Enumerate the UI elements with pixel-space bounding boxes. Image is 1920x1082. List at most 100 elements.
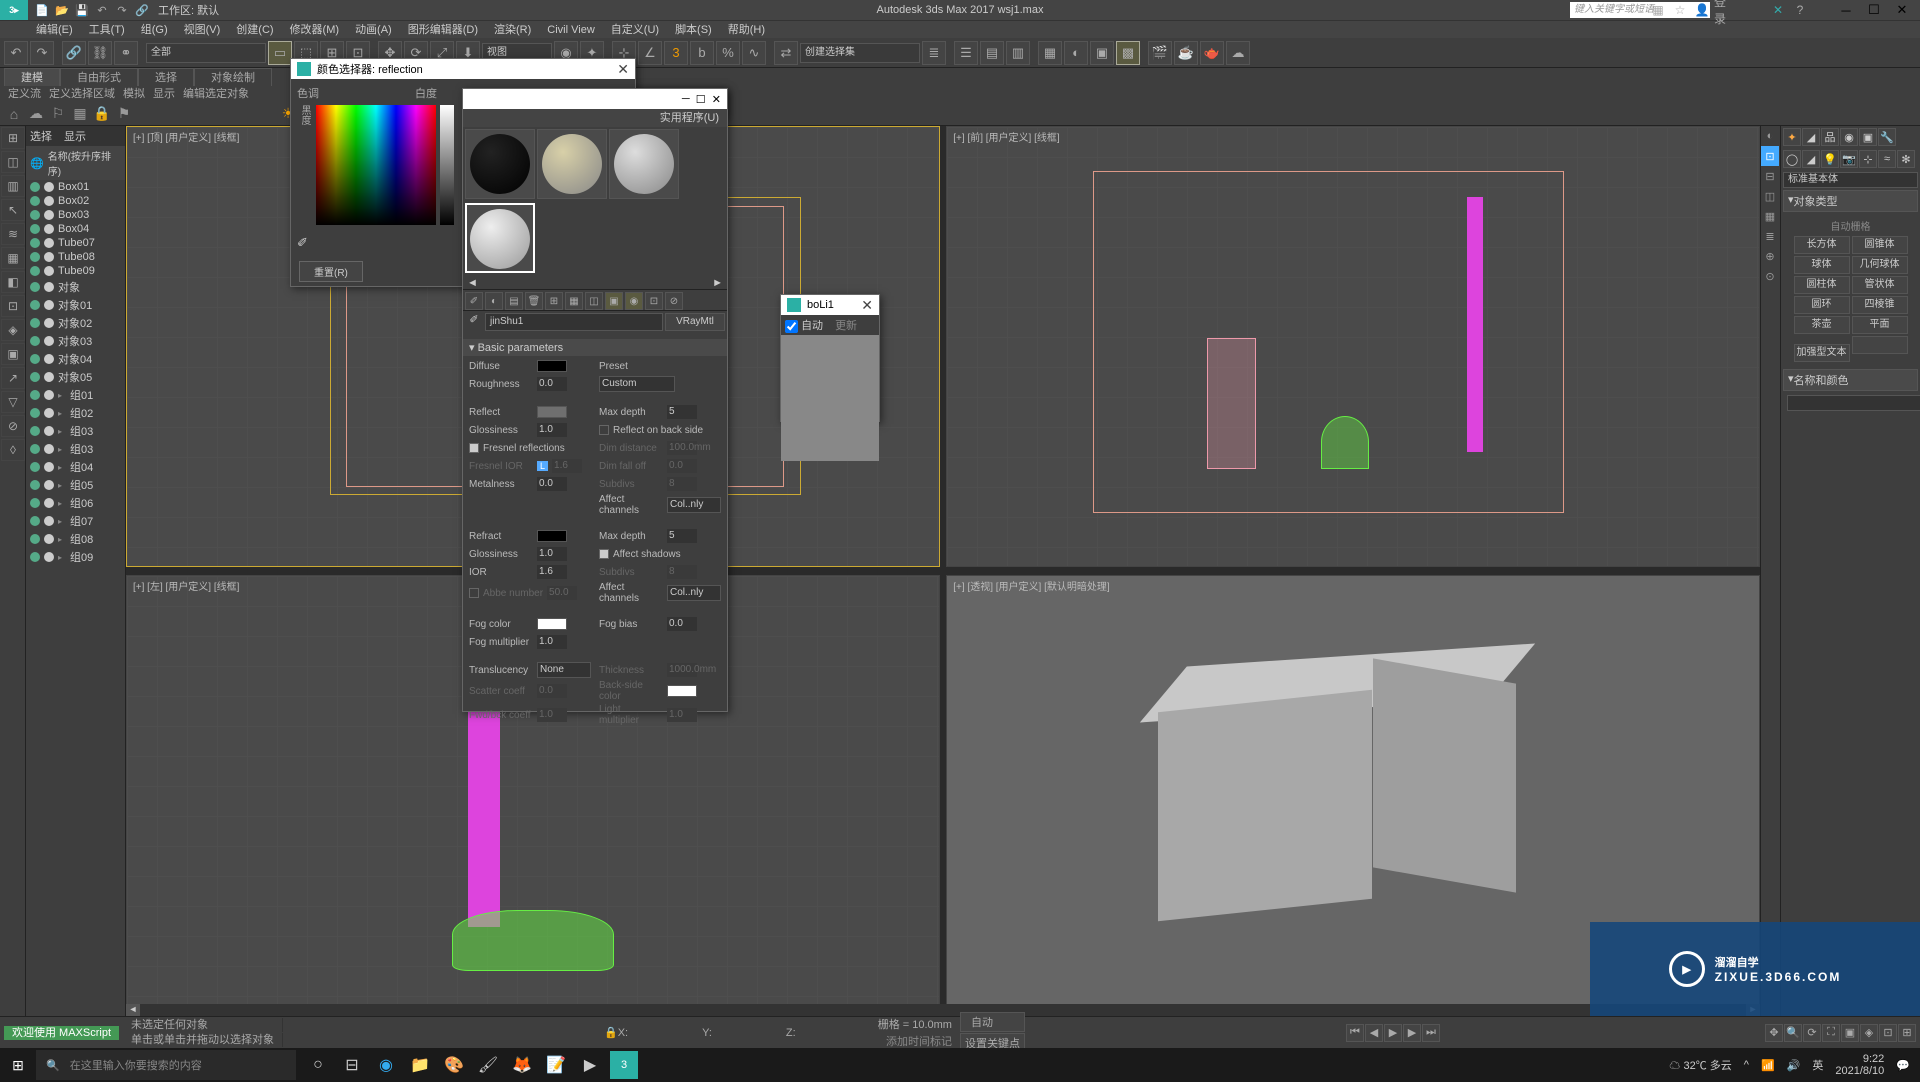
scene-item[interactable]: 对象01	[26, 296, 125, 314]
nav-orbit[interactable]: ⟳	[1803, 1024, 1821, 1042]
rt-8[interactable]: ⊙	[1761, 266, 1779, 286]
material-type[interactable]: VRayMtl	[665, 313, 725, 331]
maxdepth-spinner[interactable]: 5	[667, 405, 697, 419]
scene-item[interactable]: ▸组06	[26, 494, 125, 512]
grid-icon[interactable]: ▦	[70, 104, 90, 124]
primitive-button[interactable]: 圆柱体	[1794, 276, 1850, 294]
cmd-category-dropdown[interactable]: 标准基本体	[1783, 172, 1918, 188]
percent-snap[interactable]: 3	[664, 41, 688, 65]
tray-ime-icon[interactable]: 英	[1812, 1057, 1823, 1073]
save-icon[interactable]: 💾	[74, 2, 90, 18]
reset-button[interactable]: 重置(R)	[299, 261, 363, 282]
star-icon[interactable]: ☆	[1670, 2, 1690, 18]
subtab-4[interactable]: 编辑选定对象	[183, 86, 249, 102]
link-button[interactable]: 🔗	[62, 41, 86, 65]
scene-item[interactable]: Box03	[26, 208, 125, 222]
raffectch-dropdown[interactable]: Col..nly	[667, 585, 721, 601]
basic-params-header[interactable]: ▾ Basic parameters	[463, 339, 727, 356]
cmd-sub-space[interactable]: ≈	[1878, 150, 1896, 168]
menu-customize[interactable]: 自定义(U)	[603, 21, 667, 38]
cmd-tab-display[interactable]: ▣	[1859, 128, 1877, 146]
scene-item[interactable]: Tube09	[26, 264, 125, 278]
scene-item[interactable]: ▸组08	[26, 530, 125, 548]
tool-6[interactable]: ▦	[1, 247, 25, 269]
mat-tb-2[interactable]: ◐	[485, 292, 503, 310]
scene-item[interactable]: 对象02	[26, 314, 125, 332]
tool-13[interactable]: ⊘	[1, 415, 25, 437]
scene-item[interactable]: ▸组03	[26, 440, 125, 458]
primitive-button[interactable]: 圆环	[1794, 296, 1850, 314]
cmd-sub-geom[interactable]: ◯	[1783, 150, 1801, 168]
tool-11[interactable]: ↗	[1, 367, 25, 389]
tool-1[interactable]: ⊞	[1, 127, 25, 149]
scroll-left-icon[interactable]: ◄	[467, 277, 478, 289]
tool-10[interactable]: ▣	[1, 343, 25, 365]
weather-widget[interactable]: ☁ 32℃ 多云	[1669, 1057, 1731, 1073]
scene-item[interactable]: ▸组05	[26, 476, 125, 494]
nav-8[interactable]: ⊞	[1898, 1024, 1916, 1042]
menu-render[interactable]: 渲染(R)	[486, 21, 539, 38]
clock-time[interactable]: 9:22	[1835, 1053, 1884, 1065]
roughness-spinner[interactable]: 0.0	[537, 377, 567, 391]
redo-button[interactable]: ↷	[30, 41, 54, 65]
tool-9[interactable]: ◈	[1, 319, 25, 341]
unlink-button[interactable]: ⛓	[88, 41, 112, 65]
menu-edit[interactable]: 编辑(E)	[28, 21, 81, 38]
scene-item[interactable]: Box02	[26, 194, 125, 208]
scene-item[interactable]: Box04	[26, 222, 125, 236]
menu-civil[interactable]: Civil View	[539, 21, 602, 38]
tray-vol-icon[interactable]: 🔊	[1787, 1059, 1801, 1072]
rollout-name-color[interactable]: ▾ 名称和颜色	[1783, 369, 1918, 391]
user-icon[interactable]: 👤	[1692, 2, 1712, 18]
prev-frame[interactable]: ◀	[1365, 1024, 1383, 1042]
mat-tb-7[interactable]: ◫	[585, 292, 603, 310]
scene-item[interactable]: Tube08	[26, 250, 125, 264]
scene-item[interactable]: ▸组02	[26, 404, 125, 422]
scene-item[interactable]: 对象05	[26, 368, 125, 386]
mat-tb-1[interactable]: ✐	[465, 292, 483, 310]
undo-button[interactable]: ↶	[4, 41, 28, 65]
primitive-button[interactable]: 球体	[1794, 256, 1850, 274]
nav-7[interactable]: ⊡	[1879, 1024, 1897, 1042]
tool-3[interactable]: ▥	[1, 175, 25, 197]
login-text[interactable]: 登录	[1714, 2, 1734, 18]
backside-check[interactable]	[599, 425, 609, 435]
gloss-spinner[interactable]: 1.0	[537, 423, 567, 437]
flag-icon[interactable]: ⚐	[48, 104, 68, 124]
menu-script[interactable]: 脚本(S)	[667, 21, 720, 38]
bind-button[interactable]: ⚭	[114, 41, 138, 65]
rt-3[interactable]: ⊟	[1761, 166, 1779, 186]
3dsmax-icon[interactable]: 3	[610, 1051, 638, 1079]
scene-item[interactable]: ▸组04	[26, 458, 125, 476]
tab-modeling[interactable]: 建模	[4, 68, 60, 86]
nav-max[interactable]: ⛶	[1822, 1024, 1840, 1042]
mirror-button[interactable]: ⇄	[774, 41, 798, 65]
cmd-sub-cameras[interactable]: 📷	[1840, 150, 1858, 168]
boli-auto-check[interactable]	[785, 320, 798, 333]
notifications-icon[interactable]: 💬	[1896, 1059, 1910, 1072]
cmd-sub-helpers[interactable]: ⊹	[1859, 150, 1877, 168]
subtab-3[interactable]: 显示	[153, 86, 175, 102]
tray-net-icon[interactable]: 📶	[1761, 1059, 1775, 1072]
menu-group[interactable]: 组(G)	[133, 21, 176, 38]
cmd-tab-hierarchy[interactable]: 品	[1821, 128, 1839, 146]
align-button[interactable]: ≣	[922, 41, 946, 65]
fogmult-spinner[interactable]: 1.0	[537, 635, 567, 649]
explorer-icon[interactable]: 📁	[406, 1051, 434, 1079]
affectshadows-check[interactable]	[599, 549, 609, 559]
nav-5[interactable]: ▣	[1841, 1024, 1859, 1042]
render-button[interactable]: 🎬	[1148, 41, 1172, 65]
eyedropper-icon[interactable]: ✐	[297, 235, 308, 251]
named-selset[interactable]: 创建选择集	[800, 43, 920, 63]
x-icon[interactable]: ✕	[1768, 2, 1788, 18]
mat-tb-4[interactable]: 🗑	[525, 292, 543, 310]
primitive-button[interactable]: 四棱锥	[1852, 296, 1908, 314]
scene-item[interactable]: 对象	[26, 278, 125, 296]
mat-slot-1[interactable]	[465, 129, 535, 199]
select-button[interactable]: ▭	[268, 41, 292, 65]
affectch-dropdown[interactable]: Col..nly	[667, 497, 721, 513]
cmd-tab-utilities[interactable]: 🔧	[1878, 128, 1896, 146]
primitive-button[interactable]: 茶壶	[1794, 316, 1850, 334]
cortana-icon[interactable]: ○	[304, 1051, 332, 1079]
close-icon[interactable]: ✕	[861, 297, 873, 314]
